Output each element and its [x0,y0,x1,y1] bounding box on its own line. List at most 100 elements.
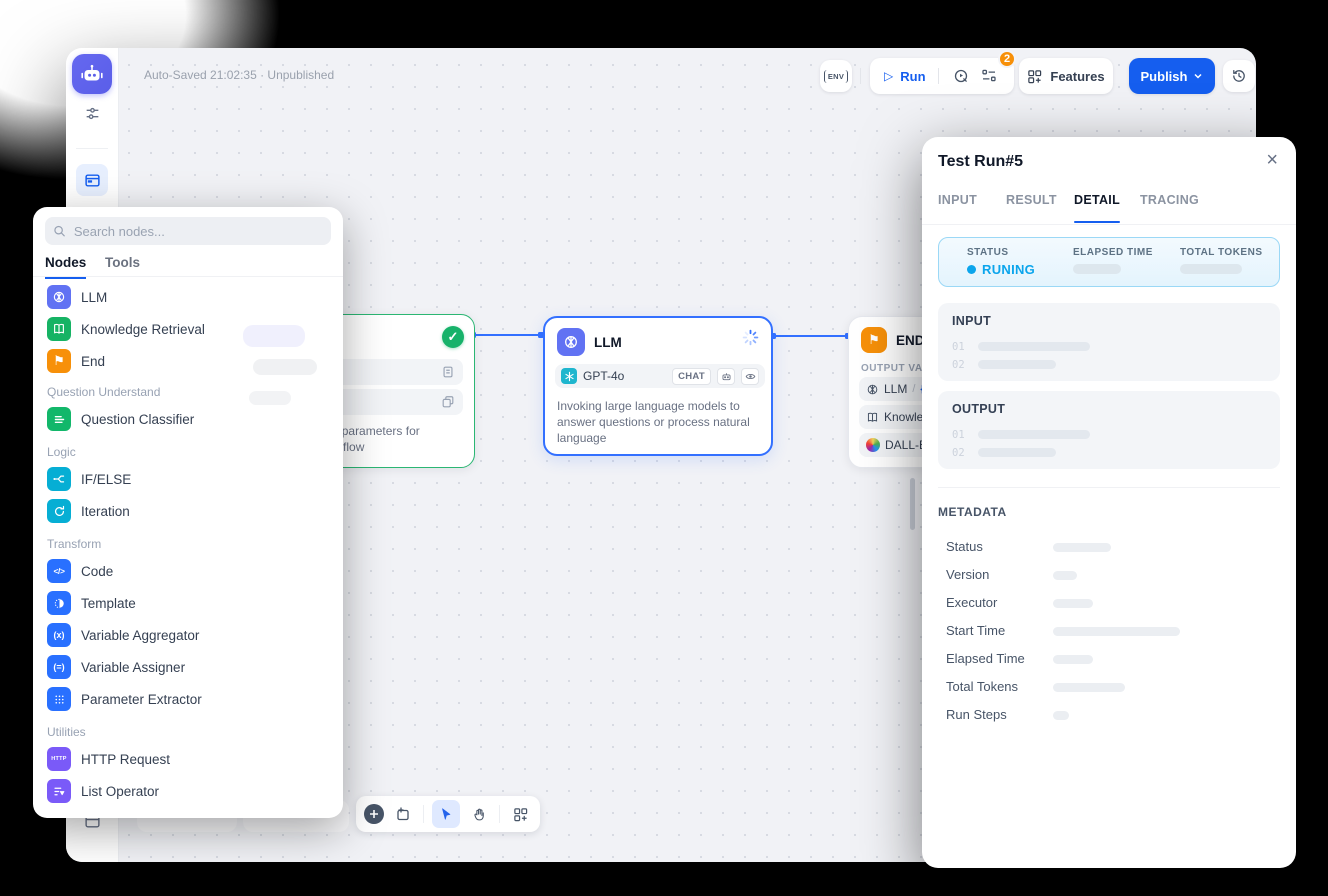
hand-icon [472,807,487,822]
end-node-icon: ⚑ [861,327,887,353]
edge-llm-to-end [773,335,848,337]
chevron-down-icon [1193,71,1203,81]
iteration-icon [47,499,71,523]
run-button-group: ▷ Run [870,58,1014,94]
canvas-scrollbar[interactable] [910,478,915,530]
llm-model-name: GPT-4o [583,369,624,383]
autosave-status: Auto-Saved 21:02:35 · Unpublished [144,68,334,82]
checklist-count-badge[interactable]: 2 [998,50,1016,68]
env-button[interactable]: ENV [820,60,852,92]
search-icon [53,224,66,238]
app-icon[interactable] [72,54,112,94]
row-number: 02 [952,359,965,371]
llm-node[interactable]: LLM GPT-4o CHAT Invoking large language … [543,316,773,456]
brain-icon [866,383,879,396]
tab-input[interactable]: INPUT [938,193,977,207]
window-panel-icon [84,172,101,189]
status-label: STATUS [967,247,1009,258]
run-button[interactable]: ▷ Run [870,69,926,84]
row-number: 01 [952,341,965,353]
features-icon [1027,69,1042,84]
question-classifier-icon [47,407,71,431]
node-item-if-else[interactable]: IF/ELSE [43,465,333,493]
canvas-toolbar [356,796,540,832]
sliders-icon [84,105,101,122]
node-item-variable-assigner[interactable]: (=) Variable Assigner [43,653,333,681]
eye-icon [745,371,756,382]
robot-icon [721,371,732,382]
knowledge-retrieval-icon [47,317,71,341]
section-utilities: Utilities [47,725,86,739]
search-input[interactable] [72,223,323,240]
add-note-button[interactable] [392,802,416,826]
close-icon[interactable]: × [1266,149,1278,172]
sidebar-divider [76,148,108,149]
tab-tools[interactable]: Tools [105,255,140,270]
parameter-extractor-icon [47,687,71,711]
node-item-llm[interactable]: LLM [43,283,333,311]
if-else-icon [47,467,71,491]
llm-node-description: Invoking large language models to answer… [557,398,755,446]
run-panel-title: Test Run#5 [938,153,1023,171]
end-node-title: END [896,333,925,348]
metadata-title: METADATA [938,505,1007,519]
run-history-button[interactable] [949,64,973,88]
env-icon: ENV [824,70,847,83]
metadata-skeleton [1053,571,1077,580]
code-icon: </> [47,559,71,583]
output-skeleton [978,448,1056,457]
node-item-end[interactable]: ⚑ End [43,347,333,375]
add-node-button[interactable] [364,804,384,824]
node-item-template[interactable]: Template [43,589,333,617]
status-value: RUNING [967,262,1035,277]
tab-detail[interactable]: DETAIL [1074,193,1120,207]
metadata-label: Executor [946,595,997,610]
node-item-parameter-extractor[interactable]: Parameter Extractor [43,685,333,713]
plus-icon [369,809,379,819]
pointer-mode-button[interactable] [432,800,460,828]
metadata-skeleton [1053,655,1093,664]
toolbar-divider [423,805,424,823]
node-palette-panel: Nodes Tools LLM Knowledge Retrieval ⚑ En… [33,207,343,818]
section-question-understand: Question Understand [47,385,160,399]
output-skeleton [978,430,1090,439]
brain-icon [563,334,579,350]
metadata-label: Version [946,567,989,582]
metadata-skeleton [1053,543,1111,552]
node-search-box[interactable] [45,217,331,245]
node-panel-toggle-button[interactable] [76,164,108,196]
elapsed-time-label: ELAPSED TIME [1073,247,1153,258]
llm-model-row[interactable]: GPT-4o CHAT [555,364,765,388]
hand-mode-button[interactable] [468,802,492,826]
input-card: INPUT 01 02 [938,303,1280,381]
features-button[interactable]: Features [1019,58,1113,94]
node-item-http-request[interactable]: HTTP HTTP Request [43,745,333,773]
workflow-settings-button[interactable] [83,104,101,122]
running-dot-icon [967,265,976,274]
metadata-label: Elapsed Time [946,651,1025,666]
checklist-icon [981,68,997,84]
template-icon [47,591,71,615]
node-item-code[interactable]: </> Code [43,557,333,585]
status-card: STATUS ELAPSED TIME TOTAL TOKENS RUNING [938,237,1280,287]
tab-result[interactable]: RESULT [1006,193,1057,207]
node-item-question-classifier[interactable]: Question Classifier [43,405,333,433]
version-history-button[interactable] [1223,60,1255,92]
node-item-variable-aggregator[interactable]: (x) Variable Aggregator [43,621,333,649]
output-title: OUTPUT [952,402,1005,416]
node-item-knowledge-retrieval[interactable]: Knowledge Retrieval [43,315,333,343]
metadata-skeleton [1053,711,1069,720]
variable-assigner-icon: (=) [47,655,71,679]
llm-node-icon [557,328,585,356]
node-item-iteration[interactable]: Iteration [43,497,333,525]
row-number: 01 [952,429,965,441]
node-item-list-operator[interactable]: List Operator [43,777,333,805]
organize-nodes-button[interactable] [508,802,532,826]
checklist-button[interactable] [977,64,1001,88]
group-divider [938,68,939,84]
document-icon [441,365,455,379]
publish-button[interactable]: Publish [1129,58,1215,94]
tabs-divider [33,276,343,277]
book-icon [866,411,879,424]
tab-tracing[interactable]: TRACING [1140,193,1199,207]
